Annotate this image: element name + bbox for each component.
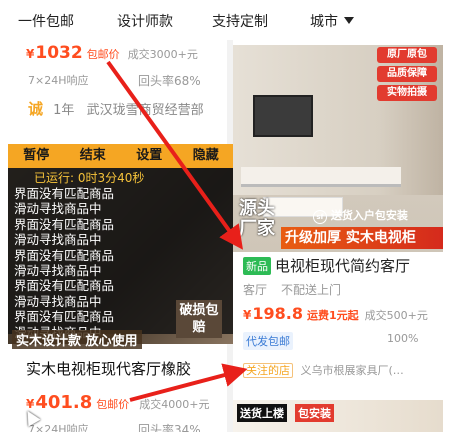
screen: 一件包邮 设计师款 支持定制 城市 ¥1032 包邮价 成交3000+元 7×2… [0,0,454,432]
annotation-arrows [106,60,248,402]
arrow-to-shop [129,363,248,402]
arrow-to-title [106,60,244,250]
